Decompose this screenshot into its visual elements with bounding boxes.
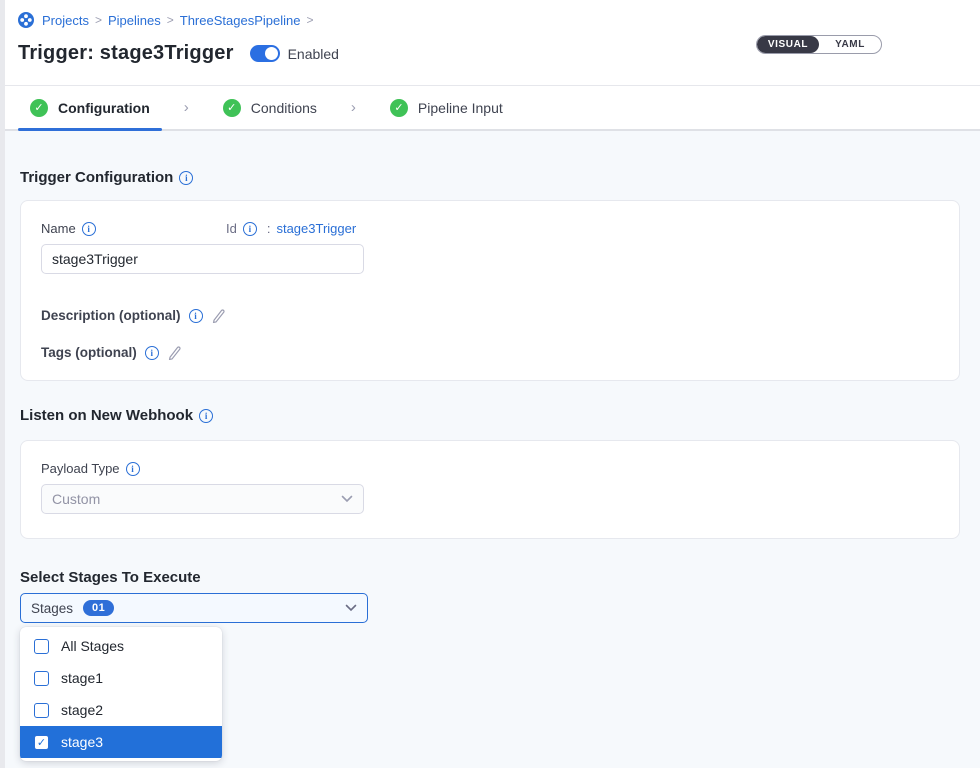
checkbox-icon[interactable]: ✓ (34, 703, 49, 718)
visual-tab[interactable]: VISUAL (757, 36, 819, 53)
info-icon[interactable]: i (82, 222, 96, 236)
payload-type-value: Custom (52, 491, 100, 507)
label-text: Payload Type (41, 461, 120, 476)
enabled-toggle-label: Enabled (288, 46, 339, 62)
id-row: Id i : stage3Trigger (226, 221, 356, 236)
info-icon[interactable]: i (179, 171, 193, 185)
chevron-right-icon: › (184, 99, 189, 116)
edit-pencil-icon[interactable] (167, 345, 182, 360)
description-label: Description (optional) (41, 308, 181, 323)
projects-icon (18, 12, 34, 28)
stages-dropdown-menu: ✓ All Stages ✓ stage1 ✓ stage2 ✓ stage3 (20, 627, 222, 761)
webhook-heading: Listen on New Webhook i (20, 381, 960, 424)
id-label: Id (226, 221, 237, 236)
check-circle-icon: ✓ (223, 99, 241, 117)
tags-row: Tags (optional) i (41, 345, 939, 360)
label-text: Name (41, 221, 76, 236)
info-icon[interactable]: i (126, 462, 140, 476)
heading-text: Select Stages To Execute (20, 569, 201, 586)
option-stage2[interactable]: ✓ stage2 (20, 694, 222, 726)
select-stages-heading: Select Stages To Execute (20, 539, 960, 586)
breadcrumb-pipelines[interactable]: Pipelines (108, 13, 161, 28)
stages-count-badge: 01 (83, 600, 114, 616)
wizard-tabbar: ✓ Configuration › ✓ Conditions › ✓ Pipel… (0, 86, 980, 131)
stages-field-label: Stages (31, 601, 73, 616)
info-icon[interactable]: i (145, 346, 159, 360)
info-icon[interactable]: i (199, 409, 213, 423)
trigger-configuration-heading: Trigger Configuration i (20, 131, 960, 186)
page-edge-strip (0, 0, 5, 768)
name-label: Name i (41, 221, 226, 236)
breadcrumb-projects[interactable]: Projects (42, 13, 89, 28)
enabled-toggle[interactable] (250, 45, 280, 62)
info-icon[interactable]: i (243, 222, 257, 236)
breadcrumb-separator: > (306, 13, 313, 27)
checkbox-icon[interactable]: ✓ (34, 639, 49, 654)
tab-label: Pipeline Input (418, 100, 503, 116)
page-title: Trigger: stage3Trigger (18, 42, 234, 65)
tab-conditions[interactable]: ✓ Conditions (211, 86, 329, 129)
stages-multiselect[interactable]: Stages 01 (20, 593, 368, 623)
checkbox-icon[interactable]: ✓ (34, 671, 49, 686)
option-label: stage3 (61, 734, 103, 750)
tab-label: Conditions (251, 100, 317, 116)
check-circle-icon: ✓ (30, 99, 48, 117)
check-circle-icon: ✓ (390, 99, 408, 117)
main-content: Trigger Configuration i Name i Id i : st… (0, 131, 980, 768)
breadcrumb-separator: > (167, 13, 174, 27)
trigger-page: Projects > Pipelines > ThreeStagesPipeli… (0, 0, 980, 768)
name-input[interactable] (41, 244, 364, 274)
toggle-knob (265, 47, 278, 60)
visual-yaml-toggle: VISUAL YAML (756, 35, 882, 54)
heading-text: Trigger Configuration (20, 169, 173, 186)
info-icon[interactable]: i (189, 309, 203, 323)
option-stage1[interactable]: ✓ stage1 (20, 662, 222, 694)
id-value[interactable]: stage3Trigger (276, 221, 356, 236)
id-colon: : (267, 221, 271, 236)
payload-type-label: Payload Type i (41, 461, 939, 476)
page-header: Projects > Pipelines > ThreeStagesPipeli… (0, 0, 980, 86)
tags-label: Tags (optional) (41, 345, 137, 360)
tab-configuration[interactable]: ✓ Configuration (18, 86, 162, 129)
tab-pipeline-input[interactable]: ✓ Pipeline Input (378, 86, 515, 129)
chevron-down-icon (341, 495, 353, 503)
option-stage3[interactable]: ✓ stage3 (20, 726, 222, 758)
breadcrumb-pipeline-name[interactable]: ThreeStagesPipeline (180, 13, 301, 28)
tab-label: Configuration (58, 100, 150, 116)
chevron-down-icon (345, 604, 357, 612)
checkbox-icon[interactable]: ✓ (34, 735, 49, 750)
chevron-right-icon: › (351, 99, 356, 116)
payload-type-select[interactable]: Custom (41, 484, 364, 514)
description-row: Description (optional) i (41, 308, 939, 323)
heading-text: Listen on New Webhook (20, 407, 193, 424)
webhook-card: Payload Type i Custom (20, 440, 960, 539)
breadcrumb: Projects > Pipelines > ThreeStagesPipeli… (18, 12, 960, 28)
breadcrumb-separator: > (95, 13, 102, 27)
option-all-stages[interactable]: ✓ All Stages (20, 630, 222, 662)
edit-pencil-icon[interactable] (211, 308, 226, 323)
option-label: All Stages (61, 638, 124, 654)
yaml-tab[interactable]: YAML (819, 36, 881, 53)
option-label: stage1 (61, 670, 103, 686)
trigger-configuration-card: Name i Id i : stage3Trigger Description … (20, 200, 960, 381)
option-label: stage2 (61, 702, 103, 718)
